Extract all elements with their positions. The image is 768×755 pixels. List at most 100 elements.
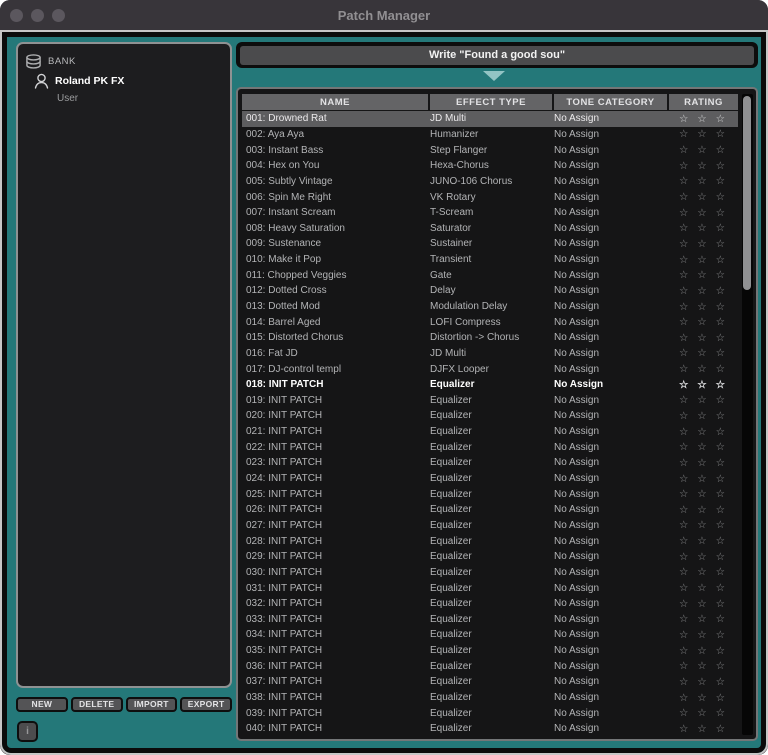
rating-stars[interactable]: ☆ ☆ ☆ (669, 285, 738, 297)
table-row[interactable]: 037: INIT PATCH Equalizer No Assign ☆ ☆ ☆ (242, 674, 738, 690)
table-row[interactable]: 014: Barrel Aged LOFI Compress No Assign ☆ … (242, 314, 738, 330)
table-row[interactable]: 013: Dotted Mod Modulation Delay No Assign… (242, 299, 738, 315)
tree-item-roland-pk-fx[interactable]: Roland PK FX (34, 72, 223, 90)
table-row[interactable]: 029: INIT PATCH Equalizer No Assign ☆ ☆ ☆ (242, 549, 738, 565)
scrollbar-thumb[interactable] (743, 96, 751, 290)
table-row[interactable]: 033: INIT PATCH Equalizer No Assign ☆ ☆ ☆ (242, 612, 738, 628)
rating-stars[interactable]: ☆ ☆ ☆ (669, 441, 738, 453)
rating-stars[interactable]: ☆ ☆ ☆ (669, 488, 738, 500)
table-row[interactable]: 021: INIT PATCH Equalizer No Assign ☆ ☆ ☆ (242, 424, 738, 440)
rating-stars[interactable]: ☆ ☆ ☆ (669, 598, 738, 610)
patch-name-cell: 011: Chopped Veggies (246, 269, 347, 281)
table-row[interactable]: 024: INIT PATCH Equalizer No Assign ☆ ☆ ☆ (242, 471, 738, 487)
close-button[interactable] (10, 8, 23, 22)
table-row[interactable]: 018: INIT PATCH Equalizer No Assign ☆ ☆ ☆ (242, 377, 738, 393)
rating-stars[interactable]: ☆ ☆ ☆ (669, 316, 738, 328)
rating-stars[interactable]: ☆ ☆ ☆ (669, 582, 738, 594)
table-row[interactable]: 023: INIT PATCH Equalizer No Assign ☆ ☆ ☆ (242, 455, 738, 471)
rating-stars[interactable]: ☆ ☆ ☆ (669, 363, 738, 375)
table-row[interactable]: 034: INIT PATCH Equalizer No Assign ☆ ☆ ☆ (242, 627, 738, 643)
rating-stars[interactable]: ☆ ☆ ☆ (669, 207, 738, 219)
rating-stars[interactable]: ☆ ☆ ☆ (669, 113, 738, 125)
table-row[interactable]: 005: Subtly Vintage JUNO-106 Chorus No Ass… (242, 174, 738, 190)
table-row[interactable]: 015: Distorted Chorus Distortion -> Choru… (242, 330, 738, 346)
table-row[interactable]: 032: INIT PATCH Equalizer No Assign ☆ ☆ ☆ (242, 596, 738, 612)
rating-stars[interactable]: ☆ ☆ ☆ (669, 551, 738, 563)
table-row[interactable]: 002: Aya Aya Humanizer No Assign ☆ ☆ ☆ (242, 127, 738, 143)
table-row[interactable]: 004: Hex on You Hexa-Chorus No Assign ☆ ☆ ☆ (242, 158, 738, 174)
info-button[interactable]: i (17, 721, 38, 742)
rating-stars[interactable]: ☆ ☆ ☆ (669, 222, 738, 234)
table-row[interactable]: 036: INIT PATCH Equalizer No Assign ☆ ☆ ☆ (242, 658, 738, 674)
minimize-button[interactable] (31, 8, 44, 22)
rating-stars[interactable]: ☆ ☆ ☆ (669, 160, 738, 172)
table-row[interactable]: 026: INIT PATCH Equalizer No Assign ☆ ☆ ☆ (242, 502, 738, 518)
table-row[interactable]: 010: Make it Pop Transient No Assign ☆ ☆ ☆ (242, 252, 738, 268)
rating-stars[interactable]: ☆ ☆ ☆ (669, 254, 738, 266)
table-row[interactable]: 039: INIT PATCH Equalizer No Assign ☆ ☆ ☆ (242, 705, 738, 721)
rating-stars[interactable]: ☆ ☆ ☆ (669, 473, 738, 485)
table-row[interactable]: 019: INIT PATCH Equalizer No Assign ☆ ☆ ☆ (242, 393, 738, 409)
table-row[interactable]: 007: Instant Scream T-Scream No Assign ☆ ☆ … (242, 205, 738, 221)
table-row[interactable]: 025: INIT PATCH Equalizer No Assign ☆ ☆ ☆ (242, 486, 738, 502)
table-row[interactable]: 011: Chopped Veggies Gate No Assign ☆ ☆ ☆ (242, 267, 738, 283)
table-row[interactable]: 038: INIT PATCH Equalizer No Assign ☆ ☆ ☆ (242, 690, 738, 706)
rating-stars[interactable]: ☆ ☆ ☆ (669, 660, 738, 672)
rating-stars[interactable]: ☆ ☆ ☆ (669, 175, 738, 187)
rating-stars[interactable]: ☆ ☆ ☆ (669, 301, 738, 313)
rating-stars[interactable]: ☆ ☆ ☆ (669, 144, 738, 156)
table-row[interactable]: 022: INIT PATCH Equalizer No Assign ☆ ☆ ☆ (242, 439, 738, 455)
rating-stars[interactable]: ☆ ☆ ☆ (669, 613, 738, 625)
rating-stars[interactable]: ☆ ☆ ☆ (669, 191, 738, 203)
zoom-button[interactable] (52, 8, 65, 22)
column-header-effect-type[interactable]: EFFECT TYPE (430, 94, 552, 110)
rating-stars[interactable]: ☆ ☆ ☆ (669, 457, 738, 469)
table-row[interactable]: 008: Heavy Saturation Saturator No Assign ☆… (242, 220, 738, 236)
table-row[interactable]: 016: Fat JD JD Multi No Assign ☆ ☆ ☆ (242, 346, 738, 362)
write-button[interactable]: Write "Found a good sou" (240, 45, 754, 65)
table-row[interactable]: 020: INIT PATCH Equalizer No Assign ☆ ☆ ☆ (242, 408, 738, 424)
column-header-name[interactable]: NAME (242, 94, 428, 110)
rating-stars[interactable]: ☆ ☆ ☆ (669, 347, 738, 359)
rating-stars[interactable]: ☆ ☆ ☆ (669, 426, 738, 438)
table-row[interactable]: 006: Spin Me Right VK Rotary No Assign ☆ ☆ … (242, 189, 738, 205)
table-row[interactable]: 030: INIT PATCH Equalizer No Assign ☆ ☆ ☆ (242, 565, 738, 581)
rating-stars[interactable]: ☆ ☆ ☆ (669, 566, 738, 578)
table-row[interactable]: 017: DJ-control templ DJFX Looper No Assig… (242, 361, 738, 377)
rating-stars[interactable]: ☆ ☆ ☆ (669, 629, 738, 641)
rating-stars[interactable]: ☆ ☆ ☆ (669, 238, 738, 250)
table-row[interactable]: 012: Dotted Cross Delay No Assign ☆ ☆ ☆ (242, 283, 738, 299)
rating-stars[interactable]: ☆ ☆ ☆ (669, 379, 738, 391)
table-row[interactable]: 003: Instant Bass Step Flanger No Assign ☆ … (242, 142, 738, 158)
export-button[interactable]: EXPORT (180, 697, 232, 712)
rating-stars[interactable]: ☆ ☆ ☆ (669, 723, 738, 735)
rating-stars[interactable]: ☆ ☆ ☆ (669, 645, 738, 657)
new-button[interactable]: NEW (16, 697, 68, 712)
rating-stars[interactable]: ☆ ☆ ☆ (669, 519, 738, 531)
column-header-tone-category[interactable]: TONE CATEGORY (554, 94, 667, 110)
rating-stars[interactable]: ☆ ☆ ☆ (669, 707, 738, 719)
rating-stars[interactable]: ☆ ☆ ☆ (669, 692, 738, 704)
rating-stars[interactable]: ☆ ☆ ☆ (669, 394, 738, 406)
table-row[interactable]: 027: INIT PATCH Equalizer No Assign ☆ ☆ ☆ (242, 518, 738, 534)
rating-stars[interactable]: ☆ ☆ ☆ (669, 128, 738, 140)
tree-item-bank[interactable]: BANK (25, 52, 223, 70)
rating-stars[interactable]: ☆ ☆ ☆ (669, 269, 738, 281)
rating-stars[interactable]: ☆ ☆ ☆ (669, 332, 738, 344)
rating-stars[interactable]: ☆ ☆ ☆ (669, 676, 738, 688)
table-row[interactable]: 035: INIT PATCH Equalizer No Assign ☆ ☆ ☆ (242, 643, 738, 659)
tone-category-cell: No Assign (554, 113, 600, 125)
import-button[interactable]: IMPORT (125, 697, 178, 712)
rating-stars[interactable]: ☆ ☆ ☆ (669, 410, 738, 422)
column-header-rating[interactable]: RATING (669, 94, 738, 110)
table-row[interactable]: 031: INIT PATCH Equalizer No Assign ☆ ☆ ☆ (242, 580, 738, 596)
delete-button[interactable]: DELETE (70, 697, 123, 712)
vertical-scrollbar[interactable] (742, 94, 753, 735)
table-row[interactable]: 001: Drowned Rat JD Multi No Assign ☆ ☆ ☆ (242, 111, 738, 127)
rating-stars[interactable]: ☆ ☆ ☆ (669, 535, 738, 547)
table-row[interactable]: 009: Sustenance Sustainer No Assign ☆ ☆ ☆ (242, 236, 738, 252)
table-row[interactable]: 040: INIT PATCH Equalizer No Assign ☆ ☆ ☆ (242, 721, 738, 737)
tree-item-user[interactable]: User (57, 91, 223, 106)
table-row[interactable]: 028: INIT PATCH Equalizer No Assign ☆ ☆ ☆ (242, 533, 738, 549)
rating-stars[interactable]: ☆ ☆ ☆ (669, 504, 738, 516)
